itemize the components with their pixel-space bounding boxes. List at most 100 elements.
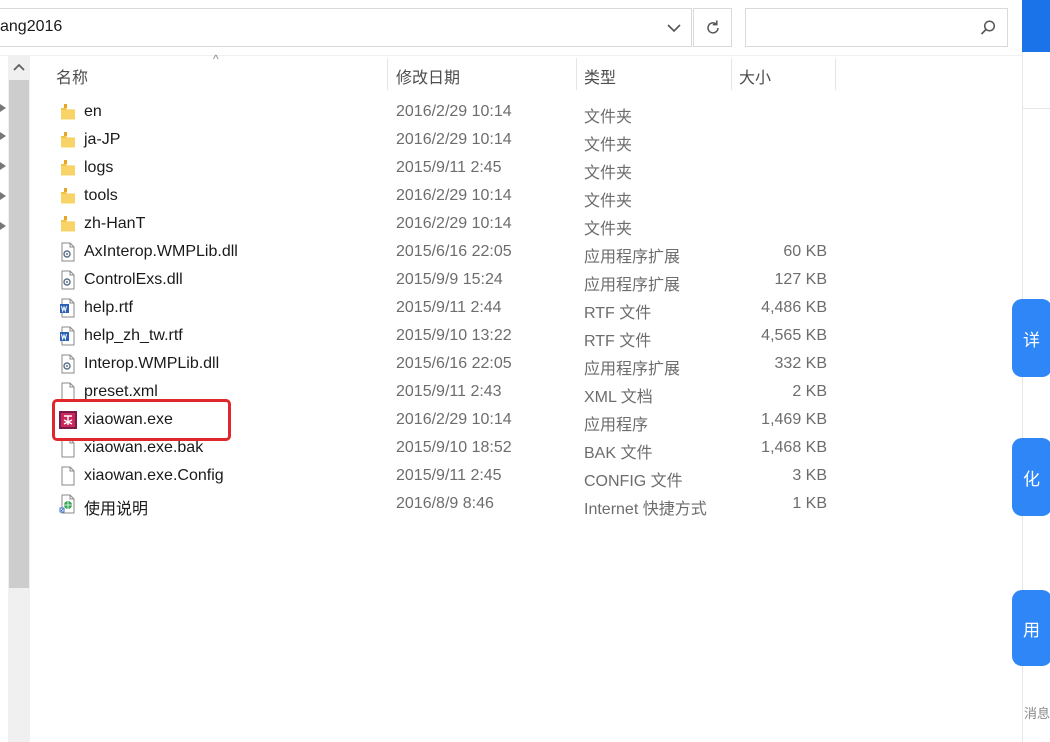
file-type: CONFIG 文件 bbox=[584, 473, 683, 490]
dll-file-icon bbox=[58, 354, 78, 374]
file-name: Interop.WMPLib.dll bbox=[84, 355, 220, 372]
refresh-button[interactable] bbox=[693, 8, 732, 47]
chevron-down-icon[interactable] bbox=[665, 19, 683, 37]
file-name: xiaowan.exe bbox=[84, 411, 173, 428]
column-header-name[interactable]: 名称 bbox=[56, 56, 88, 92]
column-header-date[interactable]: 修改日期 bbox=[396, 56, 460, 92]
column-divider[interactable] bbox=[731, 58, 732, 90]
address-bar[interactable]: ang2016 bbox=[0, 8, 692, 47]
file-type: 文件夹 bbox=[584, 165, 633, 182]
divider bbox=[1022, 108, 1050, 109]
file-name: preset.xml bbox=[84, 383, 158, 400]
folder-icon bbox=[58, 186, 78, 206]
expand-arrow-icon[interactable] bbox=[0, 132, 6, 140]
file-type: XML 文档 bbox=[584, 389, 653, 406]
dll-file-icon bbox=[58, 270, 78, 290]
file-row[interactable]: help.rtf 2015/9/11 2:44 RTF 文件 4,486 KB bbox=[30, 294, 836, 322]
file-modified-date: 2016/8/9 8:46 bbox=[396, 495, 494, 512]
file-row[interactable]: zh-HanT 2016/2/29 10:14 文件夹 bbox=[30, 210, 836, 238]
scrollbar-thumb[interactable] bbox=[9, 80, 29, 588]
file-row[interactable]: logs 2015/9/11 2:45 文件夹 bbox=[30, 154, 836, 182]
folder-icon bbox=[58, 130, 78, 150]
app-exe-icon bbox=[58, 410, 78, 430]
file-modified-date: 2016/2/29 10:14 bbox=[396, 103, 512, 120]
file-modified-date: 2015/9/9 15:24 bbox=[396, 271, 503, 288]
file-row[interactable]: help_zh_tw.rtf 2015/9/10 13:22 RTF 文件 4,565… bbox=[30, 322, 836, 350]
file-modified-date: 2016/2/29 10:14 bbox=[396, 131, 512, 148]
file-name: en bbox=[84, 103, 102, 120]
file-row[interactable]: tools 2016/2/29 10:14 文件夹 bbox=[30, 182, 836, 210]
folder-icon bbox=[58, 102, 78, 122]
file-name: 使用说明 bbox=[84, 501, 149, 518]
file-name: zh-HanT bbox=[84, 215, 146, 232]
file-row[interactable]: ControlExs.dll 2015/9/9 15:24 应用程序扩展 127 KB bbox=[30, 266, 836, 294]
file-modified-date: 2015/9/11 2:45 bbox=[396, 467, 502, 484]
file-size: 1,469 KB bbox=[761, 411, 827, 428]
side-panel-button[interactable]: 详 bbox=[1012, 299, 1050, 377]
side-panel-button[interactable]: 用 bbox=[1012, 590, 1050, 666]
rtf-file-icon bbox=[58, 298, 78, 318]
column-header-size[interactable]: 大小 bbox=[739, 56, 771, 92]
file-row[interactable]: xiaowan.exe 2016/2/29 10:14 应用程序 1,469 KB bbox=[30, 406, 836, 434]
file-type: 应用程序扩展 bbox=[584, 249, 681, 266]
expand-arrow-icon[interactable] bbox=[0, 162, 6, 170]
file-size: 1 KB bbox=[792, 495, 827, 512]
file-modified-date: 2015/9/10 13:22 bbox=[396, 327, 512, 344]
file-type: 应用程序扩展 bbox=[584, 277, 681, 294]
file-name: xiaowan.exe.bak bbox=[84, 439, 204, 456]
folder-icon bbox=[58, 158, 78, 178]
file-type: 应用程序扩展 bbox=[584, 361, 681, 378]
message-label[interactable]: 消息 bbox=[1024, 703, 1050, 722]
file-list: ^ 名称 修改日期 类型 大小 en 2016/2/29 10:14 文件夹 ja-J… bbox=[30, 52, 1022, 742]
blank-file-icon bbox=[58, 382, 78, 402]
file-row[interactable]: AxInterop.WMPLib.dll 2015/6/16 22:05 应用程序扩… bbox=[30, 238, 836, 266]
column-divider[interactable] bbox=[387, 58, 388, 90]
file-size: 332 KB bbox=[774, 355, 827, 372]
file-type: 应用程序 bbox=[584, 417, 649, 434]
file-modified-date: 2016/2/29 10:14 bbox=[396, 411, 512, 428]
dll-file-icon bbox=[58, 242, 78, 262]
file-size: 4,565 KB bbox=[761, 327, 827, 344]
file-row[interactable]: Interop.WMPLib.dll 2015/6/16 22:05 应用程序扩展 3… bbox=[30, 350, 836, 378]
file-name: xiaowan.exe.Config bbox=[84, 467, 224, 484]
file-type: RTF 文件 bbox=[584, 333, 652, 350]
file-type: 文件夹 bbox=[584, 137, 633, 154]
expand-arrow-icon[interactable] bbox=[0, 192, 6, 200]
file-row[interactable]: 使用说明 2016/8/9 8:46 Internet 快捷方式 1 KB bbox=[30, 490, 836, 518]
file-row[interactable]: xiaowan.exe.bak 2015/9/10 18:52 BAK 文件 1,46… bbox=[30, 434, 836, 462]
file-modified-date: 2016/2/29 10:14 bbox=[396, 187, 512, 204]
file-name: ja-JP bbox=[84, 131, 121, 148]
file-modified-date: 2015/9/11 2:44 bbox=[396, 299, 502, 316]
column-header-row: ^ 名称 修改日期 类型 大小 bbox=[30, 52, 836, 92]
file-name: help_zh_tw.rtf bbox=[84, 327, 183, 344]
file-modified-date: 2015/9/11 2:45 bbox=[396, 159, 502, 176]
file-size: 4,486 KB bbox=[761, 299, 827, 316]
file-modified-date: 2015/6/16 22:05 bbox=[396, 355, 512, 372]
file-row[interactable]: preset.xml 2015/9/11 2:43 XML 文档 2 KB bbox=[30, 378, 836, 406]
expand-arrow-icon[interactable] bbox=[0, 222, 6, 230]
column-divider[interactable] bbox=[576, 58, 577, 90]
file-type: RTF 文件 bbox=[584, 305, 652, 322]
column-divider[interactable] bbox=[835, 58, 836, 90]
file-row[interactable]: ja-JP 2016/2/29 10:14 文件夹 bbox=[30, 126, 836, 154]
file-modified-date: 2015/9/10 18:52 bbox=[396, 439, 512, 456]
address-path: ang2016 bbox=[0, 18, 63, 35]
file-type: BAK 文件 bbox=[584, 445, 653, 462]
search-input[interactable] bbox=[745, 8, 1008, 47]
search-icon bbox=[980, 20, 996, 35]
file-row[interactable]: en 2016/2/29 10:14 文件夹 bbox=[30, 98, 836, 126]
file-type: 文件夹 bbox=[584, 221, 633, 238]
file-size: 1,468 KB bbox=[761, 439, 827, 456]
file-modified-date: 2016/2/29 10:14 bbox=[396, 215, 512, 232]
file-row[interactable]: xiaowan.exe.Config 2015/9/11 2:45 CONFIG 文… bbox=[30, 462, 836, 490]
scroll-up-arrow-icon[interactable] bbox=[12, 62, 26, 72]
file-name: tools bbox=[84, 187, 118, 204]
column-header-type[interactable]: 类型 bbox=[584, 56, 616, 92]
file-name: AxInterop.WMPLib.dll bbox=[84, 243, 238, 260]
side-panel-button[interactable]: 化 bbox=[1012, 438, 1050, 516]
expand-arrow-icon[interactable] bbox=[0, 104, 6, 112]
toolbar: ang2016 bbox=[0, 0, 1022, 56]
blank-file-icon bbox=[58, 438, 78, 458]
file-modified-date: 2015/9/11 2:43 bbox=[396, 383, 502, 400]
refresh-icon bbox=[706, 20, 719, 34]
